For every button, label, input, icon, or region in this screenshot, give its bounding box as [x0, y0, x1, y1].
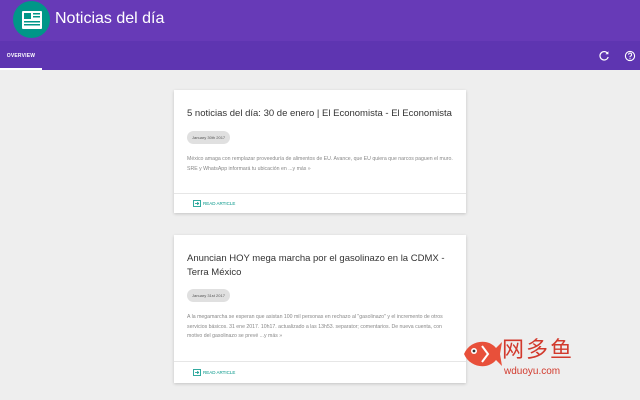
- watermark-url: wduoyu.com: [504, 366, 561, 377]
- card-divider: [174, 361, 466, 362]
- article-card: 5 noticias del día: 30 de enero | El Eco…: [174, 90, 466, 213]
- article-summary: A la megamarcha se esperan que asistan 1…: [187, 314, 443, 339]
- refresh-icon[interactable]: [597, 49, 611, 63]
- app-title: Noticias del día: [55, 10, 165, 27]
- active-tab-indicator: [0, 68, 42, 70]
- read-article-label: READ ARTICLE: [203, 200, 236, 206]
- read-article-button[interactable]: READ ARTICLE: [193, 198, 235, 208]
- tab-overview-label: OVERVIEW: [6, 52, 36, 59]
- date-chip: January 30th 2017: [187, 131, 231, 144]
- article-summary: México amaga con remplazar proveeduría d…: [187, 156, 453, 172]
- watermark-text: 网多鱼: [502, 337, 575, 362]
- fish-logo-icon: [464, 341, 502, 367]
- tab-overview[interactable]: OVERVIEW: [0, 41, 42, 70]
- app-bar: Noticias del día: [0, 0, 640, 41]
- article-card: Anuncian HOY mega marcha por el gasolina…: [174, 235, 466, 383]
- article-title: Anuncian HOY mega marcha por el gasolina…: [187, 253, 445, 278]
- watermark: 网多鱼 wduoyu.com: [460, 330, 630, 390]
- newspaper-icon: [13, 1, 50, 38]
- card-divider: [174, 193, 466, 194]
- read-article-label: READ ARTICLE: [203, 369, 236, 375]
- open-in-new-icon: [193, 368, 201, 376]
- article-title: 5 noticias del día: 30 de enero | El Eco…: [187, 108, 452, 119]
- open-in-new-icon: [193, 199, 201, 207]
- help-icon[interactable]: [623, 49, 637, 63]
- tab-bar: OVERVIEW: [0, 41, 640, 70]
- read-article-button[interactable]: READ ARTICLE: [193, 367, 235, 377]
- date-chip: January 31st 2017: [187, 289, 230, 302]
